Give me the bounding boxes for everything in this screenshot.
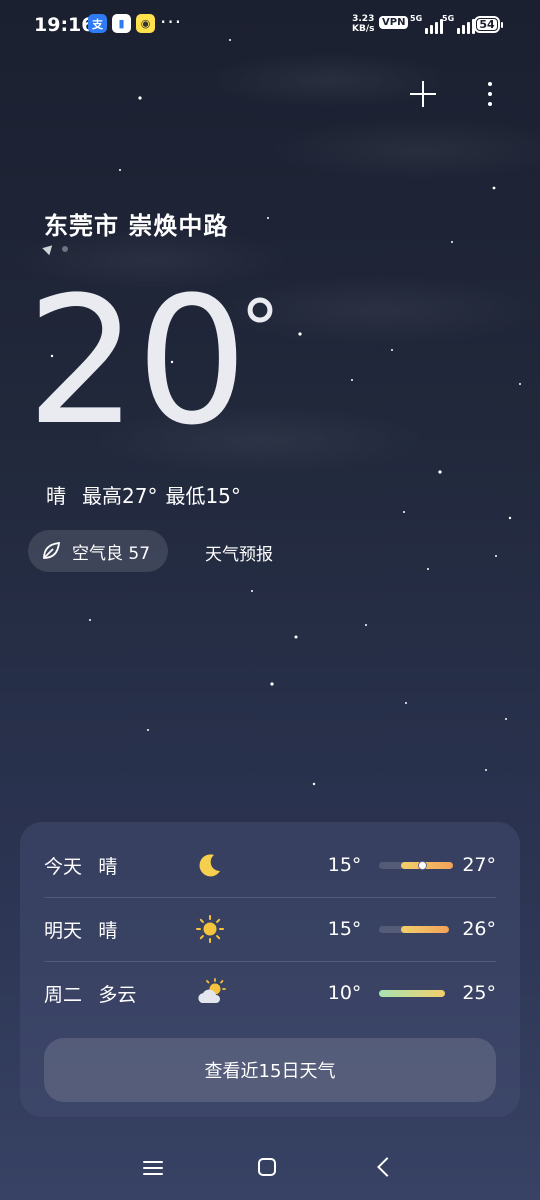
shop-app-icon: ◉ [136, 14, 155, 33]
location-name[interactable]: 东莞市 崇焕中路 [44, 206, 228, 241]
today-high: 最高27° [82, 484, 158, 508]
status-bar: 19:16 支 ▮ ◉ ··· 3.23 KB/s VPN 5G 5G 54 [0, 0, 540, 52]
battery-icon: 54 [474, 16, 503, 33]
temp-range-fill [379, 989, 445, 997]
network-speed: 3.23 KB/s [352, 14, 374, 34]
partly-cloudy-icon [195, 978, 327, 1008]
alipay-app-icon: 支 [88, 14, 107, 33]
day-high: 25° [462, 982, 496, 1004]
day-low: 15° [327, 918, 362, 940]
system-nav-bar [0, 1140, 540, 1200]
forecast-link[interactable]: 天气预报 [205, 540, 273, 565]
day-condition: 多云 [98, 983, 137, 1006]
day-label: 周二 [44, 983, 83, 1006]
air-quality-button[interactable]: 空气良 57 [28, 530, 169, 572]
battery-level: 54 [477, 19, 497, 31]
view-15-day-button[interactable]: 查看近15日天气 [44, 1038, 496, 1102]
day-condition: 晴 [98, 919, 118, 942]
more-options-button[interactable] [476, 76, 504, 112]
back-icon[interactable] [377, 1157, 397, 1177]
temp-range-bar [379, 925, 450, 933]
status-time: 19:16 [34, 14, 95, 36]
air-quality-label: 空气良 57 [72, 543, 151, 564]
temp-range-bar [379, 989, 445, 997]
moon-icon [195, 850, 327, 880]
day-high: 27° [462, 854, 496, 876]
sim2-label: 5G [442, 14, 455, 23]
day-low: 10° [327, 982, 362, 1004]
degree-symbol: ° [240, 283, 280, 376]
day-condition: 晴 [98, 855, 118, 878]
network-speed-value: 3.23 [352, 14, 375, 24]
today-low: 最低15° [165, 484, 241, 508]
temp-range-fill [401, 925, 450, 933]
day-label: 明天 [44, 919, 83, 942]
signal-1-icon: 5G [410, 14, 444, 34]
day-label: 今天 [44, 855, 83, 878]
menu-icon[interactable] [143, 1160, 165, 1176]
day-high: 26° [462, 918, 496, 940]
add-city-button[interactable] [405, 76, 441, 112]
current-temp-marker [418, 860, 428, 870]
temp-range-bar [379, 860, 454, 870]
signal-2-icon: 5G [442, 14, 476, 34]
forecast-row-tomorrow[interactable]: 明天 晴 15° 26° [44, 898, 496, 960]
signal-app-icon: ▮ [112, 14, 131, 33]
current-temperature: 20 [26, 259, 248, 464]
day-low: 15° [327, 854, 362, 876]
leaf-icon [43, 541, 61, 559]
forecast-row-tuesday[interactable]: 周二 多云 10° 25° [44, 962, 496, 1024]
more-notifications-icon: ··· [160, 10, 183, 34]
location-arrow-icon [42, 241, 56, 256]
sun-icon [195, 914, 327, 944]
page-indicator [42, 241, 68, 256]
vpn-badge: VPN [379, 16, 409, 29]
sim1-label: 5G [410, 14, 423, 23]
current-condition: 晴 [46, 484, 66, 508]
home-icon[interactable] [258, 1158, 276, 1176]
network-speed-unit: KB/s [352, 24, 375, 34]
temp-range-fill [401, 861, 454, 869]
forecast-row-today[interactable]: 今天 晴 15° 27° [44, 834, 496, 896]
condition-line: 晴 最高27° 最低15° [46, 480, 241, 509]
view-15-day-label: 查看近15日天气 [204, 1061, 336, 1082]
page-dot [62, 245, 68, 252]
